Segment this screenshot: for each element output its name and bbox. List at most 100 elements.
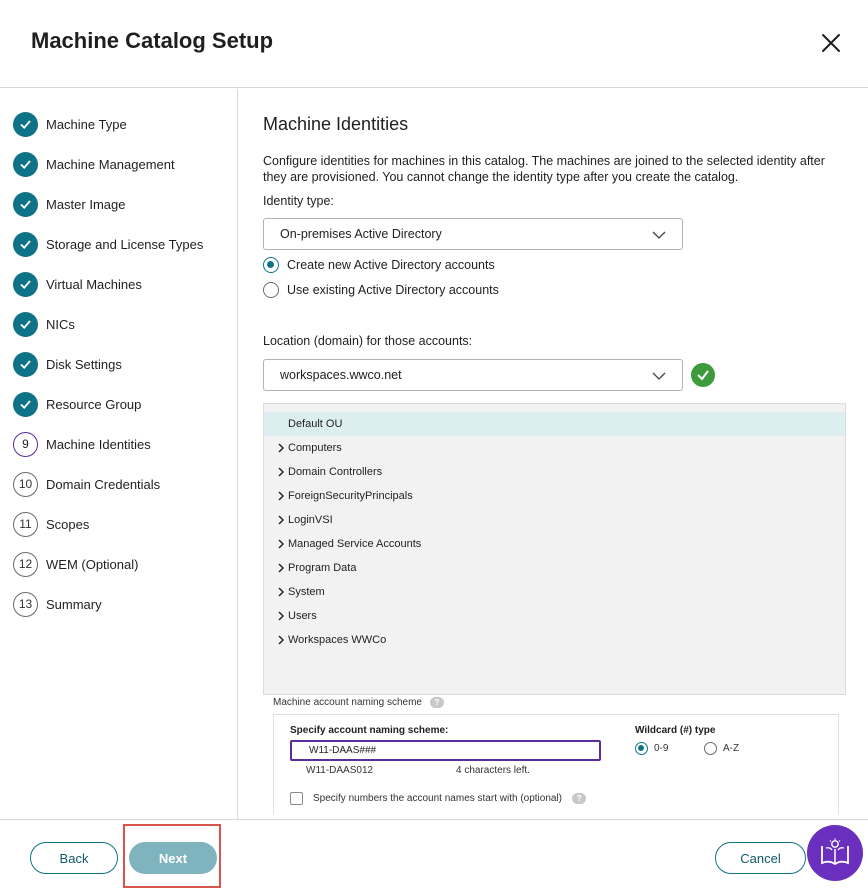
step-item[interactable]: 13 Summary <box>13 591 233 617</box>
help-icon[interactable]: ? <box>429 697 444 708</box>
step-label: WEM (Optional) <box>46 556 139 572</box>
next-button[interactable]: Next <box>129 842 217 874</box>
step-label: Storage and License Types <box>46 236 204 252</box>
chevron-right-icon[interactable] <box>277 467 285 477</box>
ou-tree-label: System <box>288 586 325 598</box>
ou-tree-label: LoginVSI <box>288 514 333 526</box>
ou-tree-item[interactable]: Domain Controllers <box>264 460 845 484</box>
chevron-right-icon[interactable] <box>277 491 285 501</box>
dialog-header: Machine Catalog Setup <box>0 0 868 88</box>
radio-button-checked[interactable] <box>635 742 648 755</box>
radio-create-accounts[interactable]: Create new Active Directory accounts <box>263 255 495 275</box>
radio-existing-label: Use existing Active Directory accounts <box>287 283 499 297</box>
radio-button-checked[interactable] <box>263 257 279 273</box>
check-circle-icon <box>13 151 38 177</box>
step-item[interactable]: 9 Machine Identities <box>13 431 233 457</box>
wildcard-option-digits[interactable]: 0-9 <box>635 742 668 755</box>
radio-existing-accounts[interactable]: Use existing Active Directory accounts <box>263 280 499 300</box>
step-number: 10 <box>13 471 38 497</box>
step-number: 12 <box>13 551 38 577</box>
start-numbers-checkbox[interactable] <box>290 792 303 805</box>
check-circle-icon <box>13 391 38 417</box>
ou-tree-item[interactable]: Computers <box>264 436 845 460</box>
ou-tree-item[interactable]: Workspaces WWCo <box>264 628 845 652</box>
step-item[interactable]: Machine Type <box>13 111 233 137</box>
wildcard-option-letters[interactable]: A-Z <box>704 742 739 755</box>
chevron-right-icon[interactable] <box>277 635 285 645</box>
close-icon[interactable] <box>818 30 844 56</box>
dialog-footer: Back Next Cancel <box>0 819 868 892</box>
step-label: Domain Credentials <box>46 476 161 492</box>
step-label: Machine Identities <box>46 436 151 452</box>
step-item[interactable]: Machine Management <box>13 151 233 177</box>
ou-tree-item[interactable]: Program Data <box>264 556 845 580</box>
step-label: Resource Group <box>46 396 142 412</box>
step-number: 9 <box>13 431 38 457</box>
steps-sidebar: Machine Type Machine Management Master Ima… <box>0 89 238 819</box>
check-circle-icon <box>13 191 38 217</box>
wildcard-letters-label: A-Z <box>723 743 740 754</box>
identity-type-select[interactable]: On-premises Active Directory <box>263 218 683 250</box>
check-circle-icon <box>13 271 38 297</box>
check-circle-icon <box>13 351 38 377</box>
radio-button-unchecked[interactable] <box>704 742 717 755</box>
characters-left: 4 characters left. <box>456 765 530 776</box>
ou-tree-item[interactable]: Users <box>264 604 845 628</box>
ou-tree-label: Domain Controllers <box>288 466 383 478</box>
chevron-right-icon[interactable] <box>277 611 285 621</box>
step-label: Machine Type <box>46 116 127 132</box>
step-label: Scopes <box>46 516 90 532</box>
step-label: Disk Settings <box>46 356 122 372</box>
back-button[interactable]: Back <box>30 842 118 874</box>
ou-tree-label: ForeignSecurityPrincipals <box>288 490 413 502</box>
location-select[interactable]: workspaces.wwco.net <box>263 359 683 391</box>
identity-type-value: On-premises Active Directory <box>280 227 442 241</box>
ou-tree: Default OU Computers Domain Controllers For… <box>263 403 846 695</box>
step-label: NICs <box>46 316 75 332</box>
step-item[interactable]: Resource Group <box>13 391 233 417</box>
wildcard-digits-label: 0-9 <box>654 743 669 754</box>
help-icon[interactable]: ? <box>572 793 587 804</box>
ou-tree-label: Managed Service Accounts <box>288 538 422 550</box>
step-item[interactable]: Virtual Machines <box>13 271 233 297</box>
ou-tree-item[interactable]: LoginVSI <box>264 508 845 532</box>
check-valid-icon <box>691 363 715 387</box>
naming-scheme-input[interactable]: W11-DAAS### <box>290 740 601 761</box>
step-item[interactable]: 11 Scopes <box>13 511 233 537</box>
chevron-right-icon[interactable] <box>277 587 285 597</box>
identity-type-label: Identity type: <box>263 194 334 208</box>
cancel-button[interactable]: Cancel <box>715 842 806 874</box>
naming-scheme-panel: Specify account naming scheme: W11-DAAS#… <box>273 714 839 814</box>
step-item[interactable]: Storage and License Types <box>13 231 233 257</box>
chevron-right-icon[interactable] <box>277 515 285 525</box>
chevron-right-icon[interactable] <box>277 443 285 453</box>
ou-tree-label: Users <box>288 610 317 622</box>
step-item[interactable]: Disk Settings <box>13 351 233 377</box>
step-number: 11 <box>13 511 38 537</box>
check-circle-icon <box>13 111 38 137</box>
radio-button-unchecked[interactable] <box>263 282 279 298</box>
ou-tree-item[interactable]: Managed Service Accounts <box>264 532 845 556</box>
step-number: 13 <box>13 591 38 617</box>
chevron-down-icon <box>652 372 666 380</box>
location-label: Location (domain) for those accounts: <box>263 334 473 348</box>
start-numbers-option[interactable]: Specify numbers the account names start … <box>290 792 587 805</box>
chevron-right-icon[interactable] <box>277 539 285 549</box>
step-item[interactable]: NICs <box>13 311 233 337</box>
book-lightbulb-icon <box>821 838 849 866</box>
step-label: Summary <box>46 596 102 612</box>
ou-tree-label: Default OU <box>288 418 343 430</box>
step-item[interactable]: Master Image <box>13 191 233 217</box>
naming-section-label: Machine account naming scheme <box>273 697 422 708</box>
ou-tree-item[interactable]: System <box>264 580 845 604</box>
ou-tree-item[interactable]: ForeignSecurityPrincipals <box>264 484 845 508</box>
ou-tree-item[interactable]: Default OU <box>264 412 845 436</box>
section-title: Machine Identities <box>263 114 409 134</box>
wildcard-type-label: Wildcard (#) type <box>635 725 716 736</box>
step-item[interactable]: 10 Domain Credentials <box>13 471 233 497</box>
assistant-button[interactable] <box>807 825 863 881</box>
step-item[interactable]: 12 WEM (Optional) <box>13 551 233 577</box>
radio-create-label: Create new Active Directory accounts <box>287 258 495 272</box>
step-label: Virtual Machines <box>46 276 142 292</box>
chevron-right-icon[interactable] <box>277 563 285 573</box>
